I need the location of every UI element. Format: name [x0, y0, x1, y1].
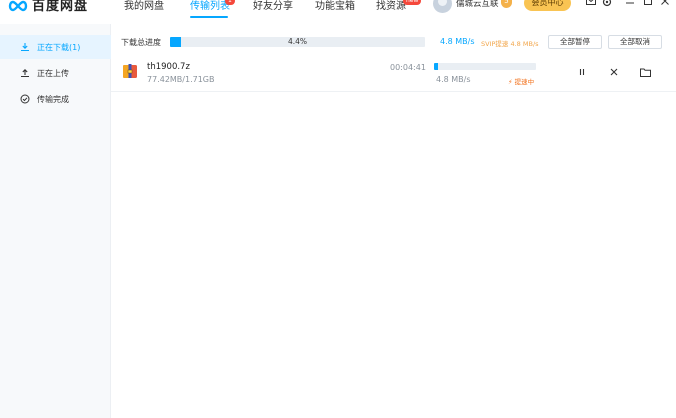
maximize-icon[interactable]	[644, 0, 652, 8]
file-size: 77.42MB/1.71GB	[147, 75, 215, 84]
sidebar-item-label: 传输完成	[37, 94, 69, 104]
settings-icon[interactable]	[602, 0, 612, 10]
sidebar-item-label: 正在上传	[37, 68, 69, 78]
archive-file-icon	[122, 63, 138, 79]
app-window: 百度网盘 我的网盘 传输列表 1 好友分享 功能宝箱 找资源 new 儒城云互联…	[0, 0, 676, 418]
file-progress-bar	[434, 63, 536, 70]
top-bar: 百度网盘 我的网盘 传输列表 1 好友分享 功能宝箱 找资源 new 儒城云互联…	[0, 0, 676, 24]
upload-icon	[20, 68, 30, 78]
sidebar: 正在下载(1) 正在上传 传输完成	[0, 24, 111, 418]
sidebar-item-uploading[interactable]: 正在上传	[0, 61, 111, 85]
minimize-icon[interactable]	[626, 0, 634, 8]
download-summary: 下载总进度 4.4% 4.8 MB/s SVIP提速 4.8 MB/s 全部暂停…	[111, 24, 676, 52]
nav-tab-find-resources[interactable]: 找资源	[376, 0, 406, 12]
active-tab-indicator	[190, 16, 228, 18]
nav-tab-friend-share[interactable]: 好友分享	[253, 0, 293, 12]
check-circle-icon	[20, 94, 30, 104]
user-name[interactable]: 儒城云互联	[456, 0, 499, 9]
total-progress-bar: 4.4%	[170, 37, 425, 47]
time-remaining: 00:04:41	[390, 63, 426, 72]
vip-level-badge: 5	[501, 0, 512, 8]
nav-transfer-badge: 1	[225, 0, 235, 5]
app-logo: 百度网盘	[8, 0, 88, 15]
mail-icon[interactable]	[586, 0, 596, 8]
total-progress-label: 下载总进度	[121, 38, 161, 47]
file-progress-fill	[434, 63, 439, 70]
file-speed: 4.8 MB/s	[436, 75, 471, 84]
baidu-cloud-logo-icon	[8, 0, 28, 11]
nav-new-badge: new	[403, 0, 422, 5]
total-progress-percent: 4.4%	[287, 37, 308, 46]
member-center-button[interactable]: 会员中心	[524, 0, 571, 11]
file-name: th1900.7z	[147, 62, 190, 72]
download-icon	[20, 42, 30, 52]
app-logo-text: 百度网盘	[32, 0, 89, 14]
cancel-all-button[interactable]: 全部取消	[608, 35, 662, 49]
user-avatar[interactable]	[433, 0, 452, 13]
nav-tab-toolbox[interactable]: 功能宝箱	[315, 0, 355, 12]
sidebar-item-label: 正在下载(1)	[37, 42, 81, 52]
accelerating-status: ⚡ 提速中	[508, 78, 535, 86]
cancel-icon[interactable]	[608, 66, 620, 78]
open-folder-icon[interactable]	[639, 66, 651, 78]
pause-icon[interactable]	[576, 66, 588, 78]
sidebar-item-completed[interactable]: 传输完成	[0, 87, 111, 111]
close-icon[interactable]	[661, 0, 669, 8]
sidebar-item-downloading[interactable]: 正在下载(1)	[0, 35, 111, 59]
nav-tab-transfer-list[interactable]: 传输列表	[190, 0, 230, 12]
pause-all-button[interactable]: 全部暂停	[548, 35, 602, 49]
svip-speed: SVIP提速 4.8 MB/s	[481, 40, 539, 48]
nav-tab-my-disk[interactable]: 我的网盘	[124, 0, 164, 12]
total-speed: 4.8 MB/s	[440, 37, 475, 46]
download-row[interactable]: th1900.7z 77.42MB/1.71GB 00:04:41 4.8 MB…	[111, 56, 676, 92]
